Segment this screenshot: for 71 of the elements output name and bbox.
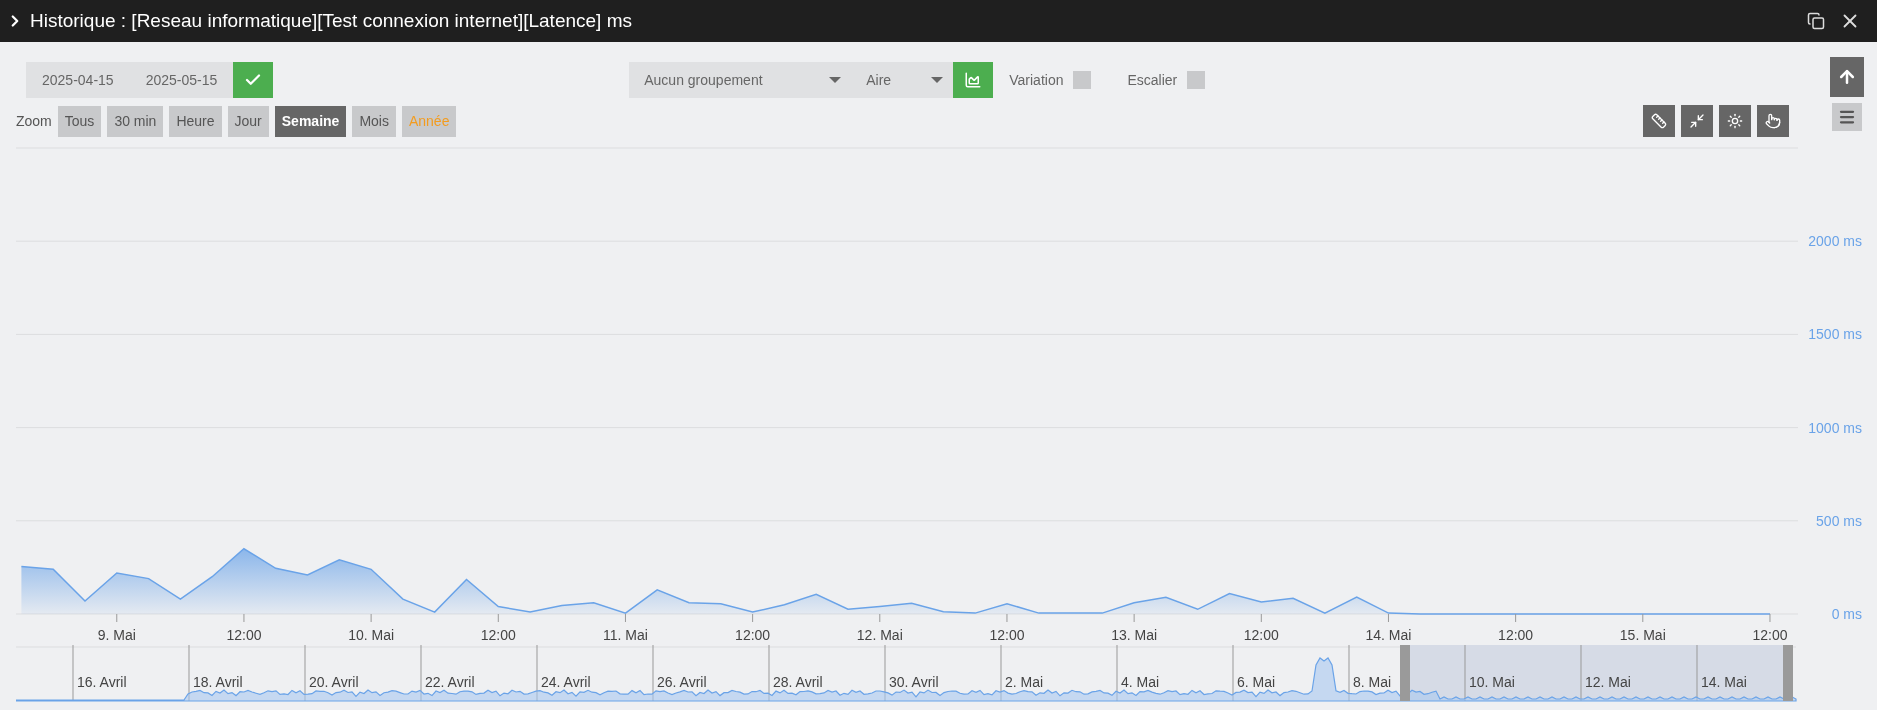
- x-axis-label: 12:00: [480, 627, 516, 643]
- navigator-date-label: 18. Avril: [193, 674, 243, 690]
- x-axis-label: 12:00: [1243, 627, 1279, 643]
- arrow-up-icon: [1837, 67, 1857, 87]
- y-axis-label: 500 ms: [1816, 512, 1862, 529]
- area-chart-icon: [964, 71, 983, 89]
- selected-range[interactable]: [1410, 645, 1783, 701]
- x-axis-label: 12:00: [1752, 627, 1788, 643]
- shrink-icon: [1689, 113, 1705, 129]
- navigator-date-label: 16. Avril: [77, 674, 127, 690]
- start-date[interactable]: 2025-04-15: [26, 72, 130, 88]
- x-axis-label: 11. Mai: [603, 627, 648, 643]
- x-axis-label: 15. Mai: [1619, 627, 1666, 643]
- x-axis-label: 12. Mai: [856, 627, 903, 643]
- navigator-date-label: 24. Avril: [541, 674, 591, 690]
- navigator-date-label: 28. Avril: [773, 674, 823, 690]
- shrink-button[interactable]: [1681, 105, 1713, 137]
- navigator-date-label: 26. Avril: [657, 674, 707, 690]
- x-axis-label: 13. Mai: [1111, 627, 1158, 643]
- pointer-hand-icon: [1765, 113, 1781, 129]
- chart-button[interactable]: [953, 62, 994, 98]
- navigator-date-label: 30. Avril: [889, 674, 939, 690]
- caret-icon: [829, 77, 842, 83]
- pointer-button[interactable]: [1757, 105, 1789, 137]
- chart-type-dropdown[interactable]: Aire: [851, 62, 954, 98]
- ruler-button[interactable]: [1643, 105, 1675, 137]
- navigator-date-label: 2. Mai: [1005, 674, 1044, 690]
- navigator-date-label: 6. Mai: [1237, 674, 1276, 690]
- option-label: Escalier: [1127, 72, 1178, 88]
- navigator-date-label: 20. Avril: [309, 674, 359, 690]
- checkbox[interactable]: [1187, 71, 1206, 89]
- sun-icon: [1727, 113, 1743, 129]
- navigator-date-label: 8. Mai: [1353, 674, 1392, 690]
- y-axis-label: 2000 ms: [1808, 233, 1862, 250]
- x-axis-label: 12:00: [735, 627, 771, 643]
- scroll-top-button[interactable]: [1830, 57, 1864, 97]
- zoom-button[interactable]: Tous: [57, 105, 102, 137]
- sun-button[interactable]: [1719, 105, 1751, 137]
- x-axis-label: 12:00: [1498, 627, 1534, 643]
- navigator-date-label: 14. Mai: [1701, 674, 1747, 690]
- x-axis-label: 12:00: [226, 627, 262, 643]
- x-axis-label: 14. Mai: [1365, 627, 1412, 643]
- x-axis-label: 12:00: [989, 627, 1025, 643]
- x-axis-label: 10. Mai: [348, 627, 395, 643]
- apply-button[interactable]: [233, 62, 274, 98]
- date-range-field[interactable]: 2025-04-15 2025-05-15: [26, 62, 274, 98]
- zoom-label: Zoom: [16, 113, 52, 129]
- ruler-icon: [1651, 113, 1667, 129]
- navigator-date-label: 10. Mai: [1469, 674, 1515, 690]
- zoom-button[interactable]: Jour: [227, 105, 269, 137]
- zoom-button[interactable]: Mois: [352, 105, 396, 137]
- end-date[interactable]: 2025-05-15: [129, 72, 234, 88]
- y-axis-label: 1000 ms: [1808, 419, 1862, 436]
- window-title: Historique : [Reseau informatique][Test connexion internet][Latence] ms: [30, 10, 633, 32]
- navigator-date-label: 12. Mai: [1585, 674, 1631, 690]
- restore-icon: [1807, 12, 1825, 30]
- zoom-button[interactable]: 30 min: [107, 105, 164, 137]
- option-label: Variation: [1009, 72, 1064, 88]
- zoom-button[interactable]: Heure: [169, 105, 222, 137]
- range-handle[interactable]: [1783, 645, 1793, 701]
- menu-button[interactable]: [1832, 103, 1862, 131]
- y-axis-label: 0 ms: [1831, 606, 1862, 622]
- navigator-date-label: 22. Avril: [425, 674, 475, 690]
- checkbox[interactable]: [1073, 71, 1092, 89]
- grouping-dropdown[interactable]: Aucun groupement: [629, 62, 852, 98]
- x-axis-label: 9. Mai: [97, 627, 136, 643]
- range-handle[interactable]: [1400, 645, 1410, 701]
- zoom-button[interactable]: Semaine: [274, 105, 347, 137]
- y-axis-label: 1500 ms: [1808, 326, 1862, 343]
- caret-icon: [931, 77, 944, 83]
- navigator-date-label: 4. Mai: [1121, 674, 1160, 690]
